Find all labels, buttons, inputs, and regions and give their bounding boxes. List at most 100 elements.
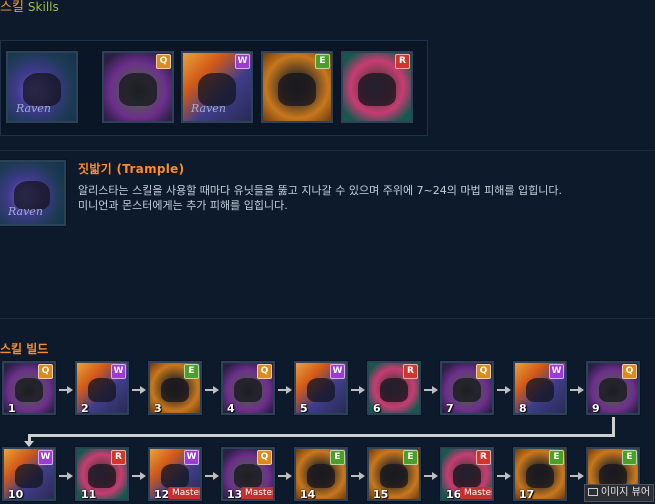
watermark: Raven [191,102,226,115]
build-step: W 12 Master [148,447,202,501]
image-viewer-label: 이미지 뷰어 [600,487,651,498]
step-level: 15 [373,488,389,501]
skill-key-badge: E [330,450,345,465]
build-step: W 10 [2,447,56,501]
step-arrow-head [67,386,73,394]
skill-key-badge: Q [622,364,637,379]
image-icon [587,488,598,496]
step-arrow [205,475,213,477]
step-level: 1 [8,402,16,415]
step-arrow-head [213,472,219,480]
build-step: Q7 [440,361,494,415]
skill-key-badge: E [184,364,199,379]
step-level: 8 [519,402,527,415]
master-badge: Master [460,487,492,499]
build-step: Q4 [221,361,275,415]
step-arrow-head [67,472,73,480]
step-arrow [351,475,359,477]
step-level: 11 [81,488,97,501]
step-level: 5 [300,402,308,415]
step-arrow [132,475,140,477]
skills-header-title: 스킬 [0,0,24,15]
skill-icon-r[interactable]: R [341,51,413,123]
step-level: 7 [446,402,454,415]
build-step: R 16 Master [440,447,494,501]
skill-description: 알리스타는 스킬을 사용할 때마다 유닛들을 뚫고 지나갈 수 있으며 주위에 … [78,183,648,213]
image-viewer-button[interactable]: 이미지 뷰어 [584,484,654,502]
skill-build-title: 스킬 빌드 [0,342,49,356]
step-arrow [205,389,213,391]
skill-key-badge: Q [38,364,53,379]
step-level: 17 [519,488,535,501]
step-level: 2 [81,402,89,415]
step-arrow-head [286,386,292,394]
master-badge: Master [168,487,200,499]
step-arrow [497,389,505,391]
skill-icon-e[interactable]: E [261,51,333,123]
build-step: E 14 [294,447,348,501]
skill-key-badge: W [330,364,345,379]
row-connector [28,434,615,437]
skill-key-badge: R [395,54,410,69]
step-arrow-head [140,386,146,394]
step-arrow-head [432,386,438,394]
build-step: W2 [75,361,129,415]
skill-icon-w[interactable]: W Raven [181,51,253,123]
skills-header: 스킬 Skills [0,0,59,15]
step-arrow-head [213,386,219,394]
skill-icon-passive[interactable]: Raven [6,51,78,123]
skills-header-subtitle: Skills [27,0,59,14]
build-step: R 11 [75,447,129,501]
skill-key-badge: Q [257,450,272,465]
step-arrow [570,475,578,477]
build-step: E 17 [513,447,567,501]
skill-name: 짓밟기 (Trample) [78,162,185,176]
step-arrow [424,475,432,477]
master-badge: Master [241,487,273,499]
step-arrow [132,389,140,391]
section-divider [0,150,655,151]
skill-key-badge: R [403,364,418,379]
skill-description-line-2: 미니언과 몬스터에게는 추가 피해를 입힙니다. [78,199,288,212]
row-connector-arrow [24,441,34,447]
step-arrow-head [578,472,584,480]
step-arrow [278,389,286,391]
step-arrow [570,389,578,391]
skill-key-badge: E [403,450,418,465]
selected-skill-icon: Raven [0,160,66,226]
build-step: W8 [513,361,567,415]
skill-key-badge: Q [257,364,272,379]
watermark: Raven [8,205,43,218]
skill-key-badge: W [549,364,564,379]
step-arrow-head [432,472,438,480]
step-level: 14 [300,488,316,501]
step-arrow-head [286,472,292,480]
step-arrow [424,389,432,391]
step-arrow [497,475,505,477]
skill-key-badge: R [476,450,491,465]
build-step: Q9 [586,361,640,415]
step-arrow-head [359,386,365,394]
skill-description-line-1: 알리스타는 스킬을 사용할 때마다 유닛들을 뚫고 지나갈 수 있으며 주위에 … [78,184,562,197]
step-level: 3 [154,402,162,415]
skill-key-badge: Q [476,364,491,379]
step-arrow [59,389,67,391]
step-level: 10 [8,488,24,501]
build-step: Q1 [2,361,56,415]
step-arrow [278,475,286,477]
build-step: W5 [294,361,348,415]
step-arrow [59,475,67,477]
skill-icon-q[interactable]: Q [102,51,174,123]
skill-key-badge: E [622,450,637,465]
step-level: 6 [373,402,381,415]
step-arrow-head [505,472,511,480]
watermark: Raven [16,102,51,115]
skill-key-badge: W [111,364,126,379]
step-level: 9 [592,402,600,415]
skill-key-badge: E [315,54,330,69]
skill-key-badge: W [38,450,53,465]
skill-key-badge: W [184,450,199,465]
step-arrow-head [578,386,584,394]
build-step: E3 [148,361,202,415]
skill-key-badge: W [235,54,250,69]
